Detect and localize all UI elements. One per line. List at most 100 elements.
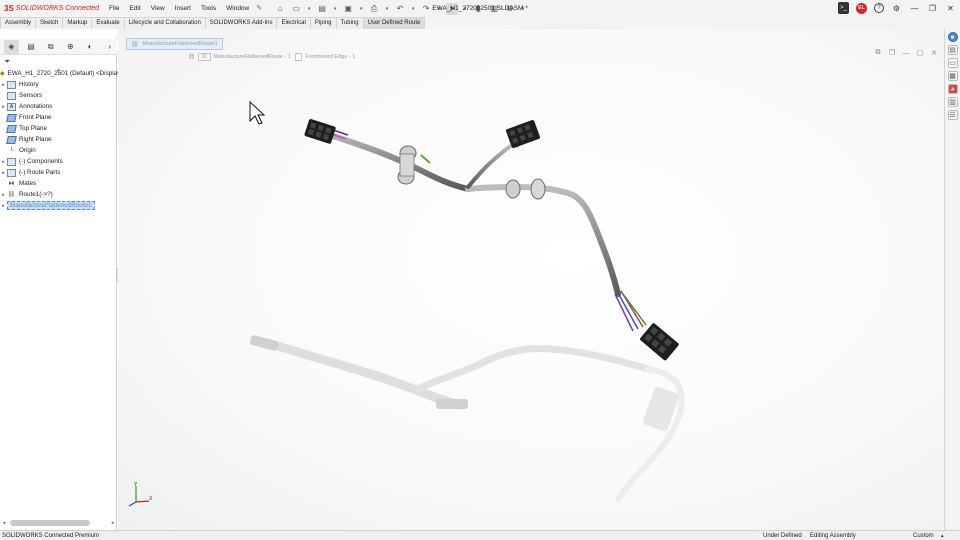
tree-item-mates[interactable]: ⧓ Mates bbox=[0, 178, 117, 189]
feature-manager-tab-icon[interactable]: ◈ bbox=[4, 39, 19, 54]
tab-markup[interactable]: Markup bbox=[62, 17, 93, 29]
chevron-down-icon[interactable]: ▾ bbox=[384, 3, 390, 15]
connector-left[interactable] bbox=[304, 118, 336, 144]
chevron-right-icon[interactable]: ▸ bbox=[0, 192, 7, 198]
tab-user-defined-route[interactable]: User Defined Route bbox=[362, 17, 426, 29]
breadcrumb[interactable]: ⛓ ManufactureFlattenedRoute1 bbox=[126, 38, 223, 50]
breadcrumb-item[interactable]: Formboard Edge - 1 bbox=[294, 53, 355, 61]
restore-icon[interactable]: ❐ bbox=[888, 49, 896, 57]
menu-file[interactable]: File bbox=[104, 0, 124, 17]
tree-item-front-plane[interactable]: Front Plane bbox=[0, 112, 117, 123]
connectors[interactable] bbox=[304, 118, 679, 361]
tree-item-sensors[interactable]: Sensors bbox=[0, 90, 117, 101]
chevron-right-icon[interactable]: ▸ bbox=[0, 203, 7, 209]
chevron-down-icon[interactable]: ▾ bbox=[436, 3, 442, 15]
avatar[interactable]: EL bbox=[856, 2, 867, 14]
restore-icon[interactable]: ❐ bbox=[927, 2, 938, 14]
chevron-down-icon[interactable]: ▾ bbox=[410, 3, 416, 15]
dimxpert-tab-icon[interactable]: ⊕ bbox=[63, 40, 78, 54]
forum-icon[interactable]: ☰ bbox=[947, 110, 958, 120]
help-icon[interactable]: ? bbox=[874, 3, 884, 13]
view-palette-icon[interactable]: ▦ bbox=[947, 71, 958, 81]
harness-model[interactable] bbox=[118, 29, 944, 530]
tree-item-history[interactable]: ▸ History bbox=[0, 79, 117, 90]
scroll-track[interactable] bbox=[8, 520, 109, 526]
close-icon[interactable]: ✕ bbox=[945, 2, 956, 14]
solidworks-logo[interactable]: 3S SOLIDWORKS Connected bbox=[0, 4, 100, 13]
graphics-area[interactable]: ⛓ ManufactureFlattenedRoute1 ⛓ 3D Manufa… bbox=[118, 29, 944, 530]
new-document-icon[interactable]: ▭ bbox=[290, 3, 302, 15]
pin-icon[interactable]: ✎ bbox=[256, 0, 262, 17]
chevron-right-icon[interactable]: ▸ bbox=[0, 104, 7, 110]
chevron-down-icon[interactable]: ▾ bbox=[306, 3, 312, 15]
design-library-icon[interactable]: ▤ bbox=[947, 45, 958, 55]
file-properties-icon[interactable]: ▥ bbox=[488, 3, 500, 15]
menu-insert[interactable]: Insert bbox=[170, 0, 196, 17]
breadcrumb-item[interactable]: ⛓ 3D ManufactureFlattenedRoute - 1 bbox=[188, 53, 291, 61]
tree-root[interactable]: ◆ EWA_H1_2720_2501 (Default) <Display bbox=[0, 68, 120, 79]
chevron-right-icon[interactable]: ▸ bbox=[0, 82, 7, 88]
tab-tubing[interactable]: Tubing bbox=[335, 17, 364, 29]
tab-electrical[interactable]: Electrical bbox=[276, 17, 311, 29]
settings-icon[interactable]: ⚙ bbox=[891, 2, 902, 14]
maximize-icon[interactable]: ▢ bbox=[916, 49, 924, 57]
connector-top[interactable] bbox=[505, 119, 540, 148]
rebuild-icon[interactable]: ⬮ bbox=[472, 3, 484, 15]
tile-icon[interactable]: ⧉ bbox=[874, 49, 882, 57]
tree-item-annotations[interactable]: ▸ A Annotations bbox=[0, 101, 117, 112]
undo-icon[interactable]: ↶ bbox=[394, 3, 406, 15]
redo-icon[interactable]: ↷ bbox=[420, 3, 432, 15]
chevron-down-icon[interactable]: ▾ bbox=[520, 3, 526, 15]
scroll-thumb[interactable] bbox=[10, 520, 90, 526]
scroll-right-icon[interactable]: ▸ bbox=[109, 520, 117, 526]
unit-system-selector[interactable]: Custom bbox=[913, 531, 934, 540]
menu-view[interactable]: View bbox=[146, 0, 170, 17]
close-icon[interactable]: ✕ bbox=[930, 49, 938, 57]
select-icon[interactable]: ➤ bbox=[446, 2, 459, 15]
horizontal-scrollbar[interactable]: ◂ ▸ bbox=[0, 518, 117, 528]
tree-item-route-parts[interactable]: ▸ (-) Route Parts bbox=[0, 167, 117, 178]
chevron-right-icon[interactable]: › bbox=[102, 40, 117, 54]
solidworks-resources-icon[interactable]: ● bbox=[947, 32, 958, 42]
scroll-left-icon[interactable]: ◂ bbox=[0, 520, 8, 526]
minimize-icon[interactable]: — bbox=[902, 49, 910, 57]
tree-item-manufacture-flattened-route[interactable]: ▸ ManufactureFlattenedRoute1 bbox=[0, 200, 117, 211]
tree-item-origin[interactable]: └ Origin bbox=[0, 145, 117, 156]
chevron-right-icon[interactable]: ▸ bbox=[0, 170, 7, 176]
tab-piping[interactable]: Piping bbox=[309, 17, 337, 29]
property-manager-tab-icon[interactable]: ▤ bbox=[24, 40, 39, 54]
menu-tools[interactable]: Tools bbox=[196, 0, 221, 17]
chevron-down-icon[interactable]: ▾ bbox=[358, 3, 364, 15]
minimize-icon[interactable]: — bbox=[909, 2, 920, 14]
tab-evaluate[interactable]: Evaluate bbox=[91, 17, 125, 29]
tree-item-right-plane[interactable]: Right Plane bbox=[0, 134, 117, 145]
tab-sketch[interactable]: Sketch bbox=[35, 17, 64, 29]
configuration-manager-tab-icon[interactable]: ⧉ bbox=[43, 40, 58, 54]
display-manager-tab-icon[interactable]: ◐ bbox=[83, 40, 98, 54]
save-icon[interactable]: ▣ bbox=[342, 3, 354, 15]
chevron-right-icon[interactable]: ▸ bbox=[0, 159, 7, 165]
tab-addins[interactable]: SOLIDWORKS Add-Ins bbox=[204, 17, 278, 29]
connector-bottom[interactable] bbox=[639, 322, 679, 361]
menu-window[interactable]: Window bbox=[221, 0, 254, 17]
cable-trunk[interactable] bbox=[315, 128, 621, 297]
tab-assembly[interactable]: Assembly bbox=[0, 17, 37, 29]
tree-item-components[interactable]: ▸ (-) Components bbox=[0, 156, 117, 167]
tab-lifecycle[interactable]: Lifecycle and Collaboration bbox=[123, 17, 206, 29]
filter-icon[interactable]: ⏷ bbox=[4, 57, 16, 67]
options-icon[interactable]: ⚙ bbox=[504, 3, 516, 15]
chevron-down-icon[interactable]: ▾ bbox=[462, 3, 468, 15]
reference-triad[interactable]: Y X bbox=[124, 482, 154, 508]
print-icon[interactable]: ⎙ bbox=[368, 3, 380, 15]
home-icon[interactable]: ⌂ bbox=[274, 3, 286, 15]
tree-item-route1[interactable]: ▸ ⛓ Route1(->?) bbox=[0, 189, 117, 200]
custom-properties-icon[interactable]: ▥ bbox=[947, 97, 958, 107]
appearances-icon[interactable]: ◕ bbox=[947, 84, 958, 94]
chevron-up-icon[interactable]: ▴ bbox=[941, 531, 944, 540]
tree-item-top-plane[interactable]: Top Plane bbox=[0, 123, 117, 134]
chevron-down-icon[interactable]: ▾ bbox=[332, 3, 338, 15]
command-prompt-icon[interactable]: >_ bbox=[838, 2, 849, 14]
menu-edit[interactable]: Edit bbox=[124, 0, 145, 17]
open-document-icon[interactable]: ▤ bbox=[316, 3, 328, 15]
file-explorer-icon[interactable]: ▭ bbox=[947, 58, 958, 68]
